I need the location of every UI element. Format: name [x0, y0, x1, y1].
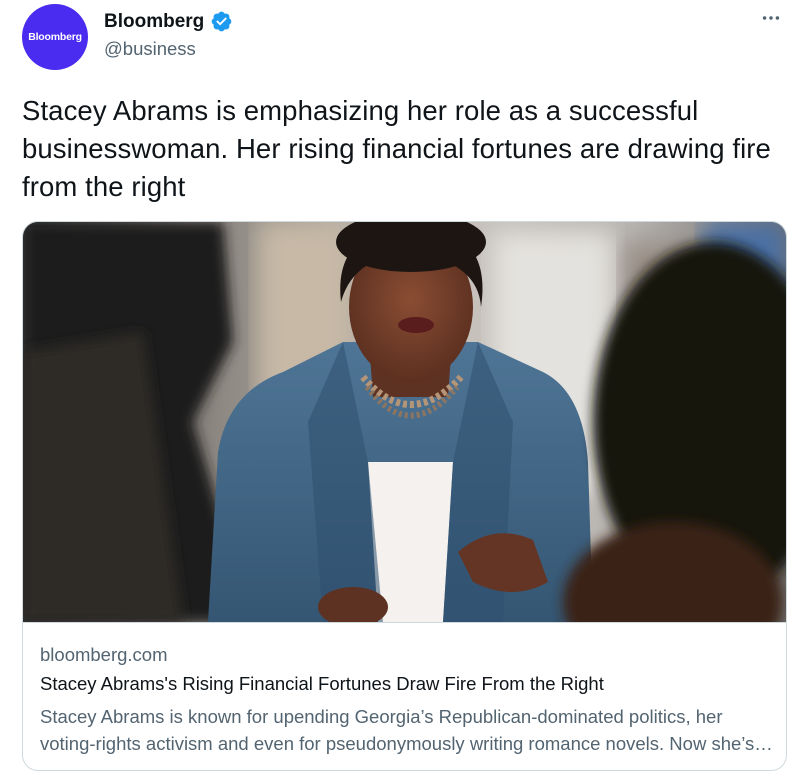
card-domain: bloomberg.com	[40, 644, 168, 665]
link-card[interactable]: bloomberg.com Stacey Abrams's Rising Fin…	[22, 221, 787, 771]
card-meta: bloomberg.com Stacey Abrams's Rising Fin…	[23, 622, 786, 770]
tweet-text: Stacey Abrams is emphasizing her role as…	[22, 95, 771, 202]
more-horizontal-icon	[760, 7, 782, 34]
more-options-button[interactable]	[757, 6, 785, 34]
card-title: Stacey Abrams's Rising Financial Fortune…	[40, 673, 604, 694]
card-description: Stacey Abrams is known for upending Geor…	[40, 706, 755, 754]
card-image	[23, 222, 786, 622]
author-display-name[interactable]: Bloomberg	[104, 11, 204, 33]
verified-badge-icon	[210, 10, 233, 33]
avatar[interactable]: Bloomberg	[22, 4, 88, 70]
author-name-row: Bloomberg	[104, 10, 233, 33]
author-handle[interactable]: @business	[104, 38, 196, 60]
avatar-logo-text: Bloomberg	[28, 31, 82, 43]
